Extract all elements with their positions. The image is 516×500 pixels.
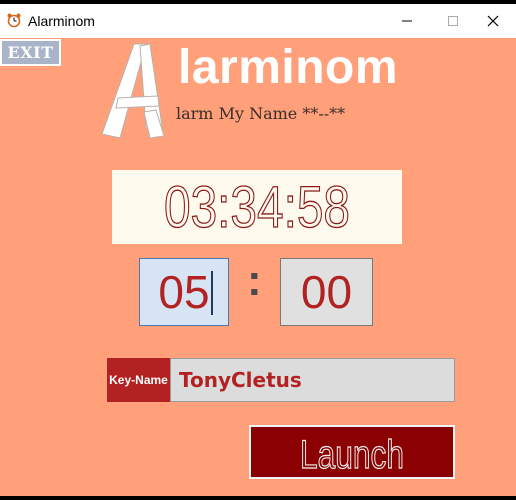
time-separator: : — [247, 256, 262, 305]
key-name-value: TonyCletus — [179, 368, 302, 392]
alarm-clock-icon — [7, 13, 21, 28]
close-icon — [487, 15, 499, 27]
clock-time: 03:34:58 — [164, 175, 350, 240]
launch-button[interactable]: Launch — [249, 425, 455, 479]
maximize-icon — [448, 16, 458, 26]
exit-button[interactable]: EXIT — [0, 39, 61, 66]
minimize-icon — [402, 20, 412, 22]
title-bar: Alarminom — [0, 4, 516, 39]
app-window: Alarminom EXIT A larminom larm My Name *… — [0, 0, 516, 500]
key-name-label: Key-Name — [107, 358, 170, 402]
window-title: Alarminom — [28, 13, 95, 29]
minimize-button[interactable] — [384, 4, 430, 38]
close-button[interactable] — [470, 4, 516, 38]
logo-wordmark: larminom — [178, 41, 399, 94]
alarm-hours-input[interactable]: 05 — [139, 258, 229, 326]
launch-button-label: Launch — [300, 433, 404, 477]
alarm-hours-value: 05 — [158, 266, 210, 318]
alarm-minutes-value: 00 — [300, 266, 353, 318]
logo-tagline: larm My Name **--** — [176, 104, 346, 123]
text-caret — [211, 271, 213, 315]
main-panel: EXIT A larminom larm My Name **--** 03:3… — [0, 38, 516, 496]
window-bottom-border — [0, 496, 516, 500]
key-name-input[interactable]: TonyCletus — [170, 358, 455, 402]
alarm-minutes-input[interactable]: 00 — [280, 258, 373, 326]
logo-letter-a: A — [101, 43, 165, 139]
digital-clock: 03:34:58 — [112, 170, 402, 244]
